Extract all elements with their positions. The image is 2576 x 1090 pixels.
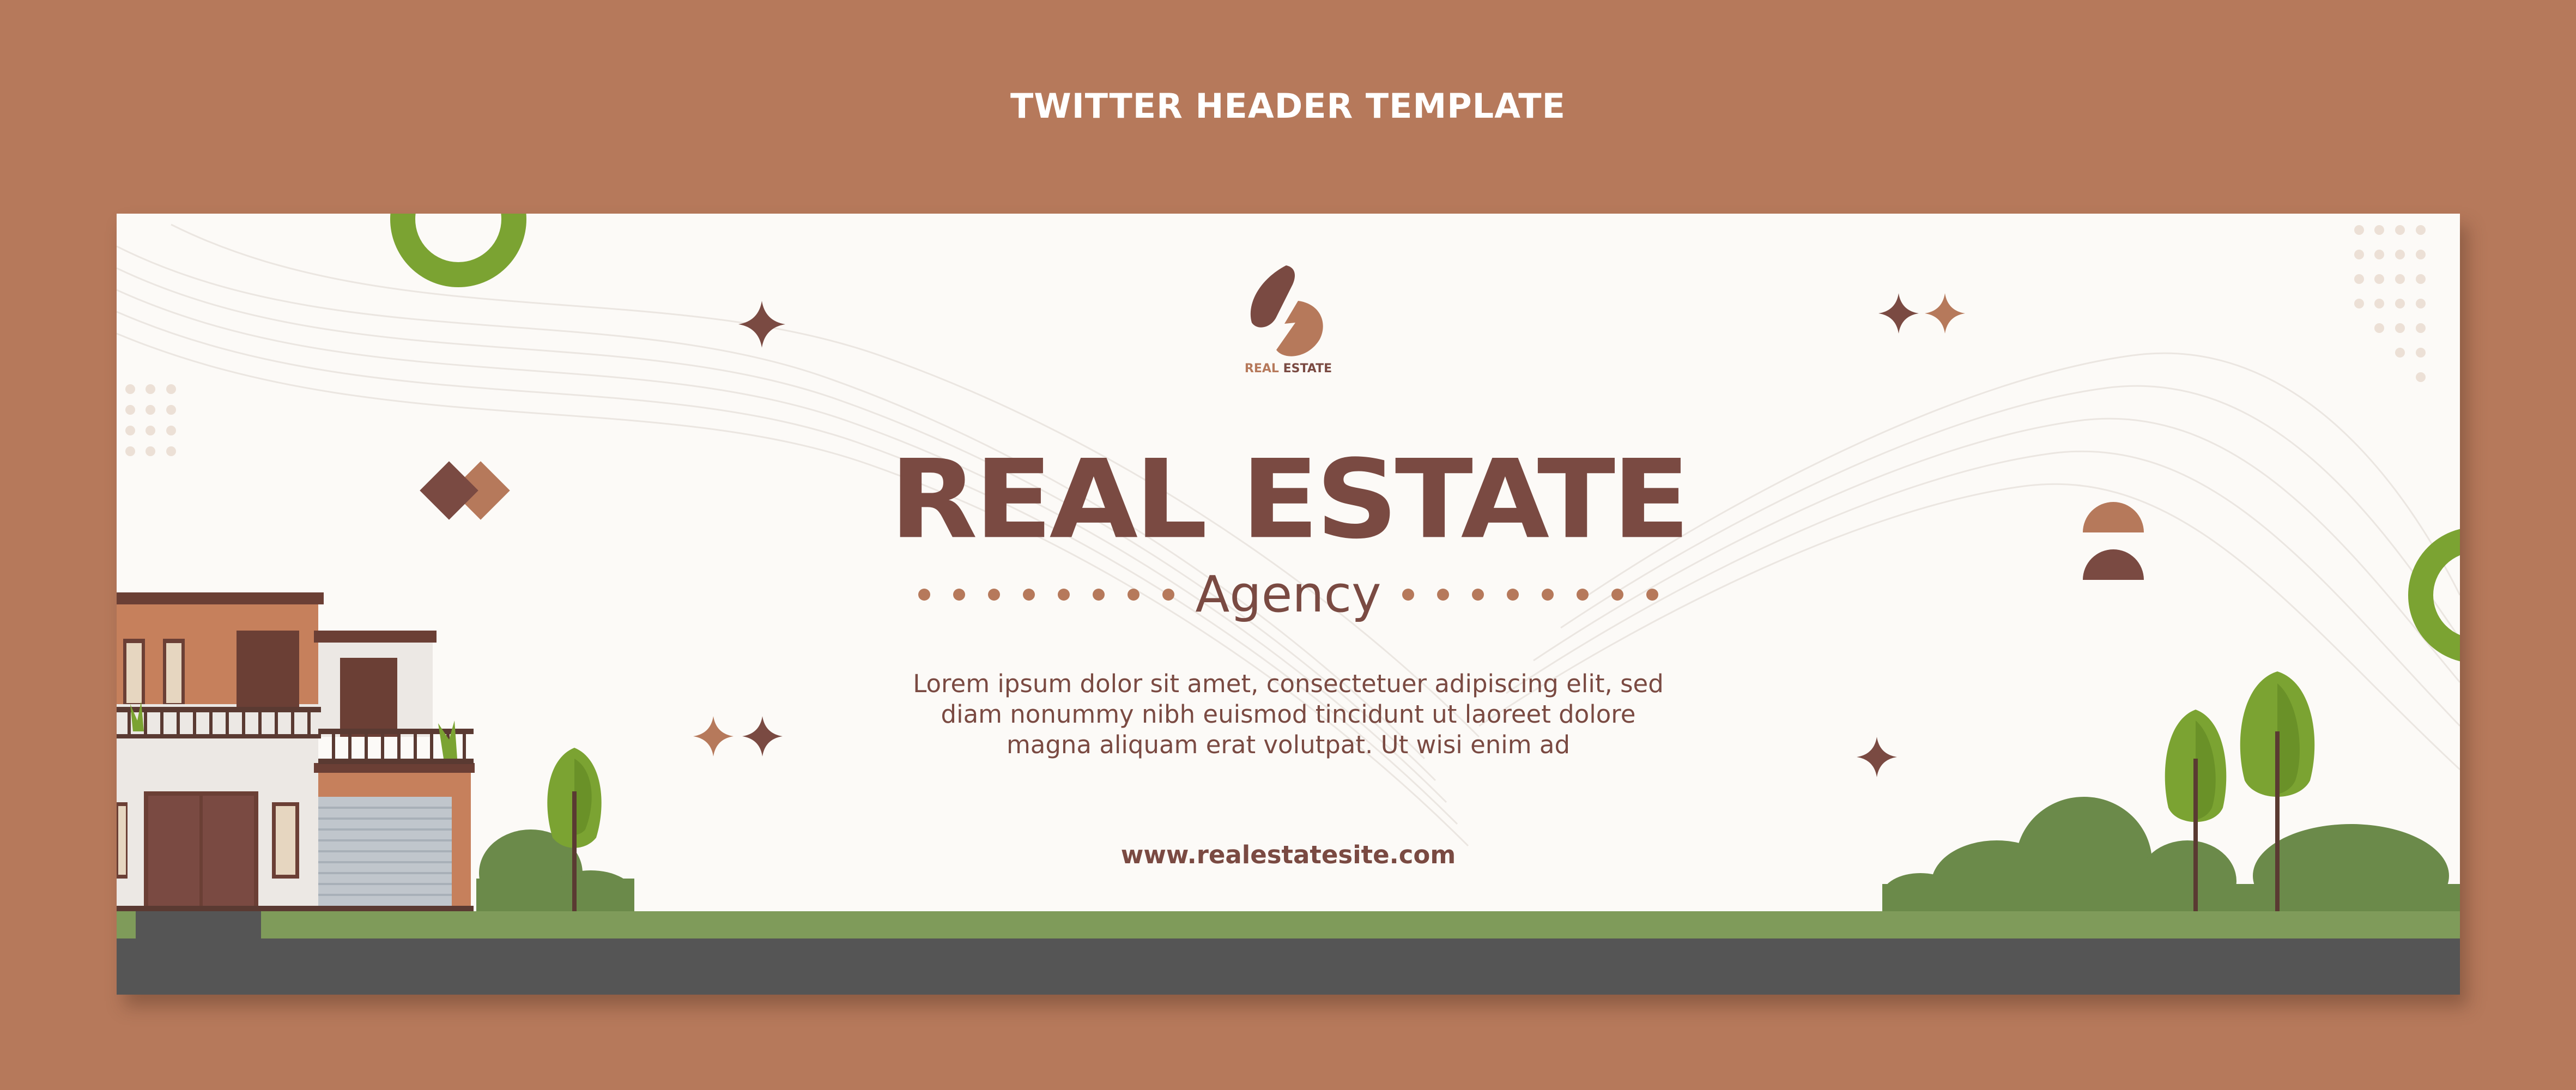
ground-scene xyxy=(117,592,2460,995)
twitter-header-banner: REAL ESTATE REAL ESTATE Agency Lorem ips… xyxy=(117,214,2460,995)
road xyxy=(117,938,2460,995)
bush-left-icon xyxy=(476,829,634,919)
bush-right-icon xyxy=(1882,797,2460,928)
house-icon xyxy=(117,592,475,912)
grass-strip xyxy=(117,911,2460,938)
page-title: TWITTER HEADER TEMPLATE xyxy=(1010,86,1566,126)
